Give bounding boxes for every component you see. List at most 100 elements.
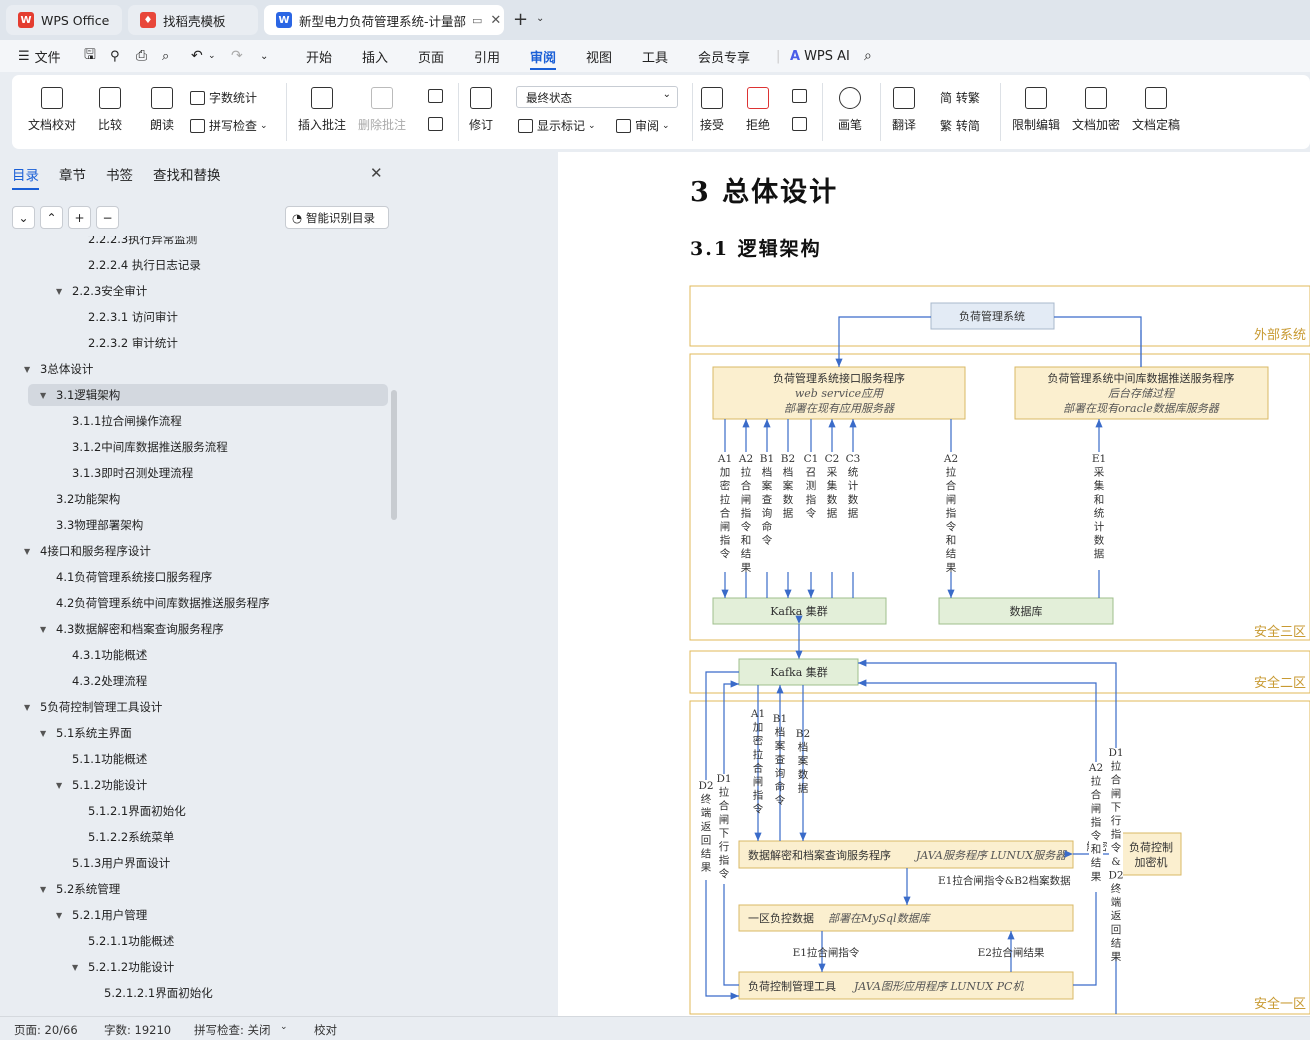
close-tab-icon[interactable]: ✕ [490, 13, 501, 28]
next-change-icon[interactable] [792, 117, 811, 131]
toc-item[interactable]: 4.2负荷管理系统中间库数据推送服务程序 [40, 592, 270, 614]
toc-item[interactable]: 5.1.2.1界面初始化 [72, 800, 186, 822]
revise-button[interactable]: 修订 [469, 87, 493, 133]
toc-item[interactable]: ▼ 5负荷控制管理工具设计 [24, 696, 162, 718]
word-count[interactable]: 字数: 19210 [104, 1022, 171, 1038]
print-preview-icon[interactable]: ⌕ [162, 40, 169, 72]
expand-triangle-icon[interactable]: ▼ [56, 781, 72, 790]
toc-item[interactable]: 5.2.1.2.1界面初始化 [88, 982, 213, 1004]
expand-triangle-icon[interactable]: ▼ [72, 963, 88, 972]
expand-triangle-icon[interactable]: ▼ [24, 547, 40, 556]
toc-item[interactable]: ▼ 4接口和服务程序设计 [24, 540, 151, 562]
menu-member[interactable]: 会员专享 [698, 40, 750, 72]
toc-item[interactable]: ▼ 2.2.3安全审计 [56, 280, 147, 302]
menu-reference[interactable]: 引用 [474, 40, 500, 72]
toc-item[interactable]: ▼ 5.2系统管理 [40, 878, 120, 900]
quick-access-dropdown-icon[interactable]: ⌄ [260, 40, 268, 72]
toc-item[interactable]: 4.3.1功能概述 [56, 644, 147, 666]
finalize-button[interactable]: 文档定稿 [1132, 87, 1180, 133]
toc-item[interactable]: 2.2.2.3执行异常监测 [72, 236, 197, 250]
proofread-status[interactable]: 校对 [314, 1022, 337, 1038]
tab-chapter[interactable]: 章节 [59, 164, 86, 184]
menu-start[interactable]: 开始 [306, 40, 332, 72]
tab-find-replace[interactable]: 查找和替换 [153, 164, 221, 184]
spell-check-status[interactable]: 拼写检查: 关闭 [194, 1022, 271, 1038]
toc-item[interactable]: 2.2.2.4 执行日志记录 [72, 254, 201, 276]
translate-button[interactable]: 翻译 [892, 87, 916, 133]
restrict-edit-button[interactable]: 限制编辑 [1012, 87, 1060, 133]
prev-change-icon[interactable] [792, 89, 811, 103]
close-pane-icon[interactable]: ✕ [370, 164, 383, 182]
toc-item[interactable]: 3.3物理部署架构 [40, 514, 143, 536]
to-traditional-button[interactable]: 简 转繁 [940, 89, 980, 106]
next-comment-icon[interactable] [428, 117, 447, 131]
toc-item[interactable]: 5.1.2.2系统菜单 [72, 826, 174, 848]
menu-page[interactable]: 页面 [418, 40, 444, 72]
toc-item[interactable]: 3.1.1拉合闸操作流程 [56, 410, 182, 432]
insert-comment-button[interactable]: 插入批注 [298, 87, 346, 133]
collapse-up-button[interactable]: ⌃ [40, 206, 63, 229]
toc-item[interactable]: 5.2.1.1功能概述 [72, 930, 174, 952]
toc-item[interactable]: ▼ 5.2.1.2功能设计 [72, 956, 174, 978]
pen-button[interactable]: 画笔 [838, 87, 862, 133]
toc-item[interactable]: ▼ 5.1系统主界面 [40, 722, 132, 744]
prev-comment-icon[interactable] [428, 89, 447, 103]
expand-triangle-icon[interactable]: ▼ [24, 703, 40, 712]
toc-item[interactable]: 2.2.3.1 访问审计 [72, 306, 178, 328]
reject-button[interactable]: 拒绝 [746, 87, 770, 133]
toc-item[interactable]: ▼ 5.1.2功能设计 [56, 774, 147, 796]
accept-button[interactable]: 接受 [700, 87, 724, 133]
toc-item[interactable]: 3.1.2中间库数据推送服务流程 [56, 436, 228, 458]
show-marks-button[interactable]: 显示标记 ⌄ [518, 117, 596, 134]
toc-item[interactable]: 3.1.3即时召测处理流程 [56, 462, 193, 484]
expand-triangle-icon[interactable]: ▼ [56, 911, 72, 920]
tab-wps-office[interactable]: W WPS Office [6, 5, 122, 35]
expand-triangle-icon[interactable]: ▼ [56, 287, 72, 296]
tab-bookmark[interactable]: 书签 [106, 164, 133, 184]
menu-tools[interactable]: 工具 [642, 40, 668, 72]
read-aloud-button[interactable]: 朗读 [150, 87, 174, 133]
toc-item[interactable]: 5.1.1功能概述 [56, 748, 147, 770]
delete-comment-button[interactable]: 删除批注 [358, 87, 406, 133]
toc-item[interactable]: ▼ 3.1逻辑架构 [28, 384, 388, 406]
toc-item[interactable]: 4.3.2处理流程 [56, 670, 147, 692]
smart-toc-button[interactable]: ◔ 智能识别目录 [285, 206, 389, 229]
word-count-button[interactable]: 字数统计 [190, 89, 257, 106]
to-simplified-button[interactable]: 繁 转简 [940, 117, 980, 134]
tab-toc[interactable]: 目录 [12, 164, 39, 190]
monitor-icon[interactable]: ▭ [472, 14, 482, 27]
chevron-down-icon[interactable]: ⌄ [280, 1022, 288, 1032]
save-icon[interactable]: 🖫 [84, 40, 96, 72]
expand-triangle-icon[interactable]: ▼ [40, 729, 56, 738]
chevron-down-icon[interactable]: ⌄ [536, 13, 544, 24]
wps-ai-button[interactable]: A WPS AI [790, 40, 850, 72]
expand-triangle-icon[interactable]: ▼ [40, 391, 56, 400]
markup-state-select[interactable]: 最终状态 ⌄ [516, 86, 678, 108]
toc-item[interactable]: ▼ 4.3数据解密和档案查询服务程序 [40, 618, 224, 640]
doc-check-button[interactable]: 文档校对 [28, 87, 76, 133]
expand-triangle-icon[interactable]: ▼ [40, 885, 56, 894]
tab-template[interactable]: ♦ 找稻壳模板 [128, 5, 258, 35]
expand-triangle-icon[interactable]: ▼ [24, 365, 40, 374]
menu-view[interactable]: 视图 [586, 40, 612, 72]
redo-icon[interactable]: ↷ [231, 40, 243, 72]
menu-insert[interactable]: 插入 [362, 40, 388, 72]
toc-item[interactable]: 4.1负荷管理系统接口服务程序 [40, 566, 212, 588]
toc-scrollbar[interactable] [391, 390, 397, 520]
encrypt-button[interactable]: 文档加密 [1072, 87, 1120, 133]
link-icon[interactable]: ⚲ [110, 40, 120, 72]
toc-item[interactable]: ▼ 3总体设计 [24, 358, 93, 380]
compare-button[interactable]: 比较 [98, 87, 122, 133]
toc-item[interactable]: ▼ 5.2.1用户管理 [56, 904, 147, 926]
menu-review[interactable]: 审阅 [530, 40, 557, 72]
search-icon[interactable]: ⌕ [864, 40, 872, 72]
remove-heading-button[interactable]: − [96, 206, 119, 229]
toc-item[interactable]: 2.2.3.2 审计统计 [72, 332, 178, 354]
undo-icon[interactable]: ↶ [191, 40, 203, 72]
file-menu[interactable]: ☰ 文件 [18, 40, 61, 72]
review-pane-button[interactable]: 审阅 ⌄ [616, 117, 670, 134]
new-tab-icon[interactable]: + [513, 9, 528, 30]
add-heading-button[interactable]: + [68, 206, 91, 229]
spell-check-button[interactable]: 拼写检查 ⌄ [190, 117, 268, 134]
toc-item[interactable]: 3.2功能架构 [40, 488, 120, 510]
